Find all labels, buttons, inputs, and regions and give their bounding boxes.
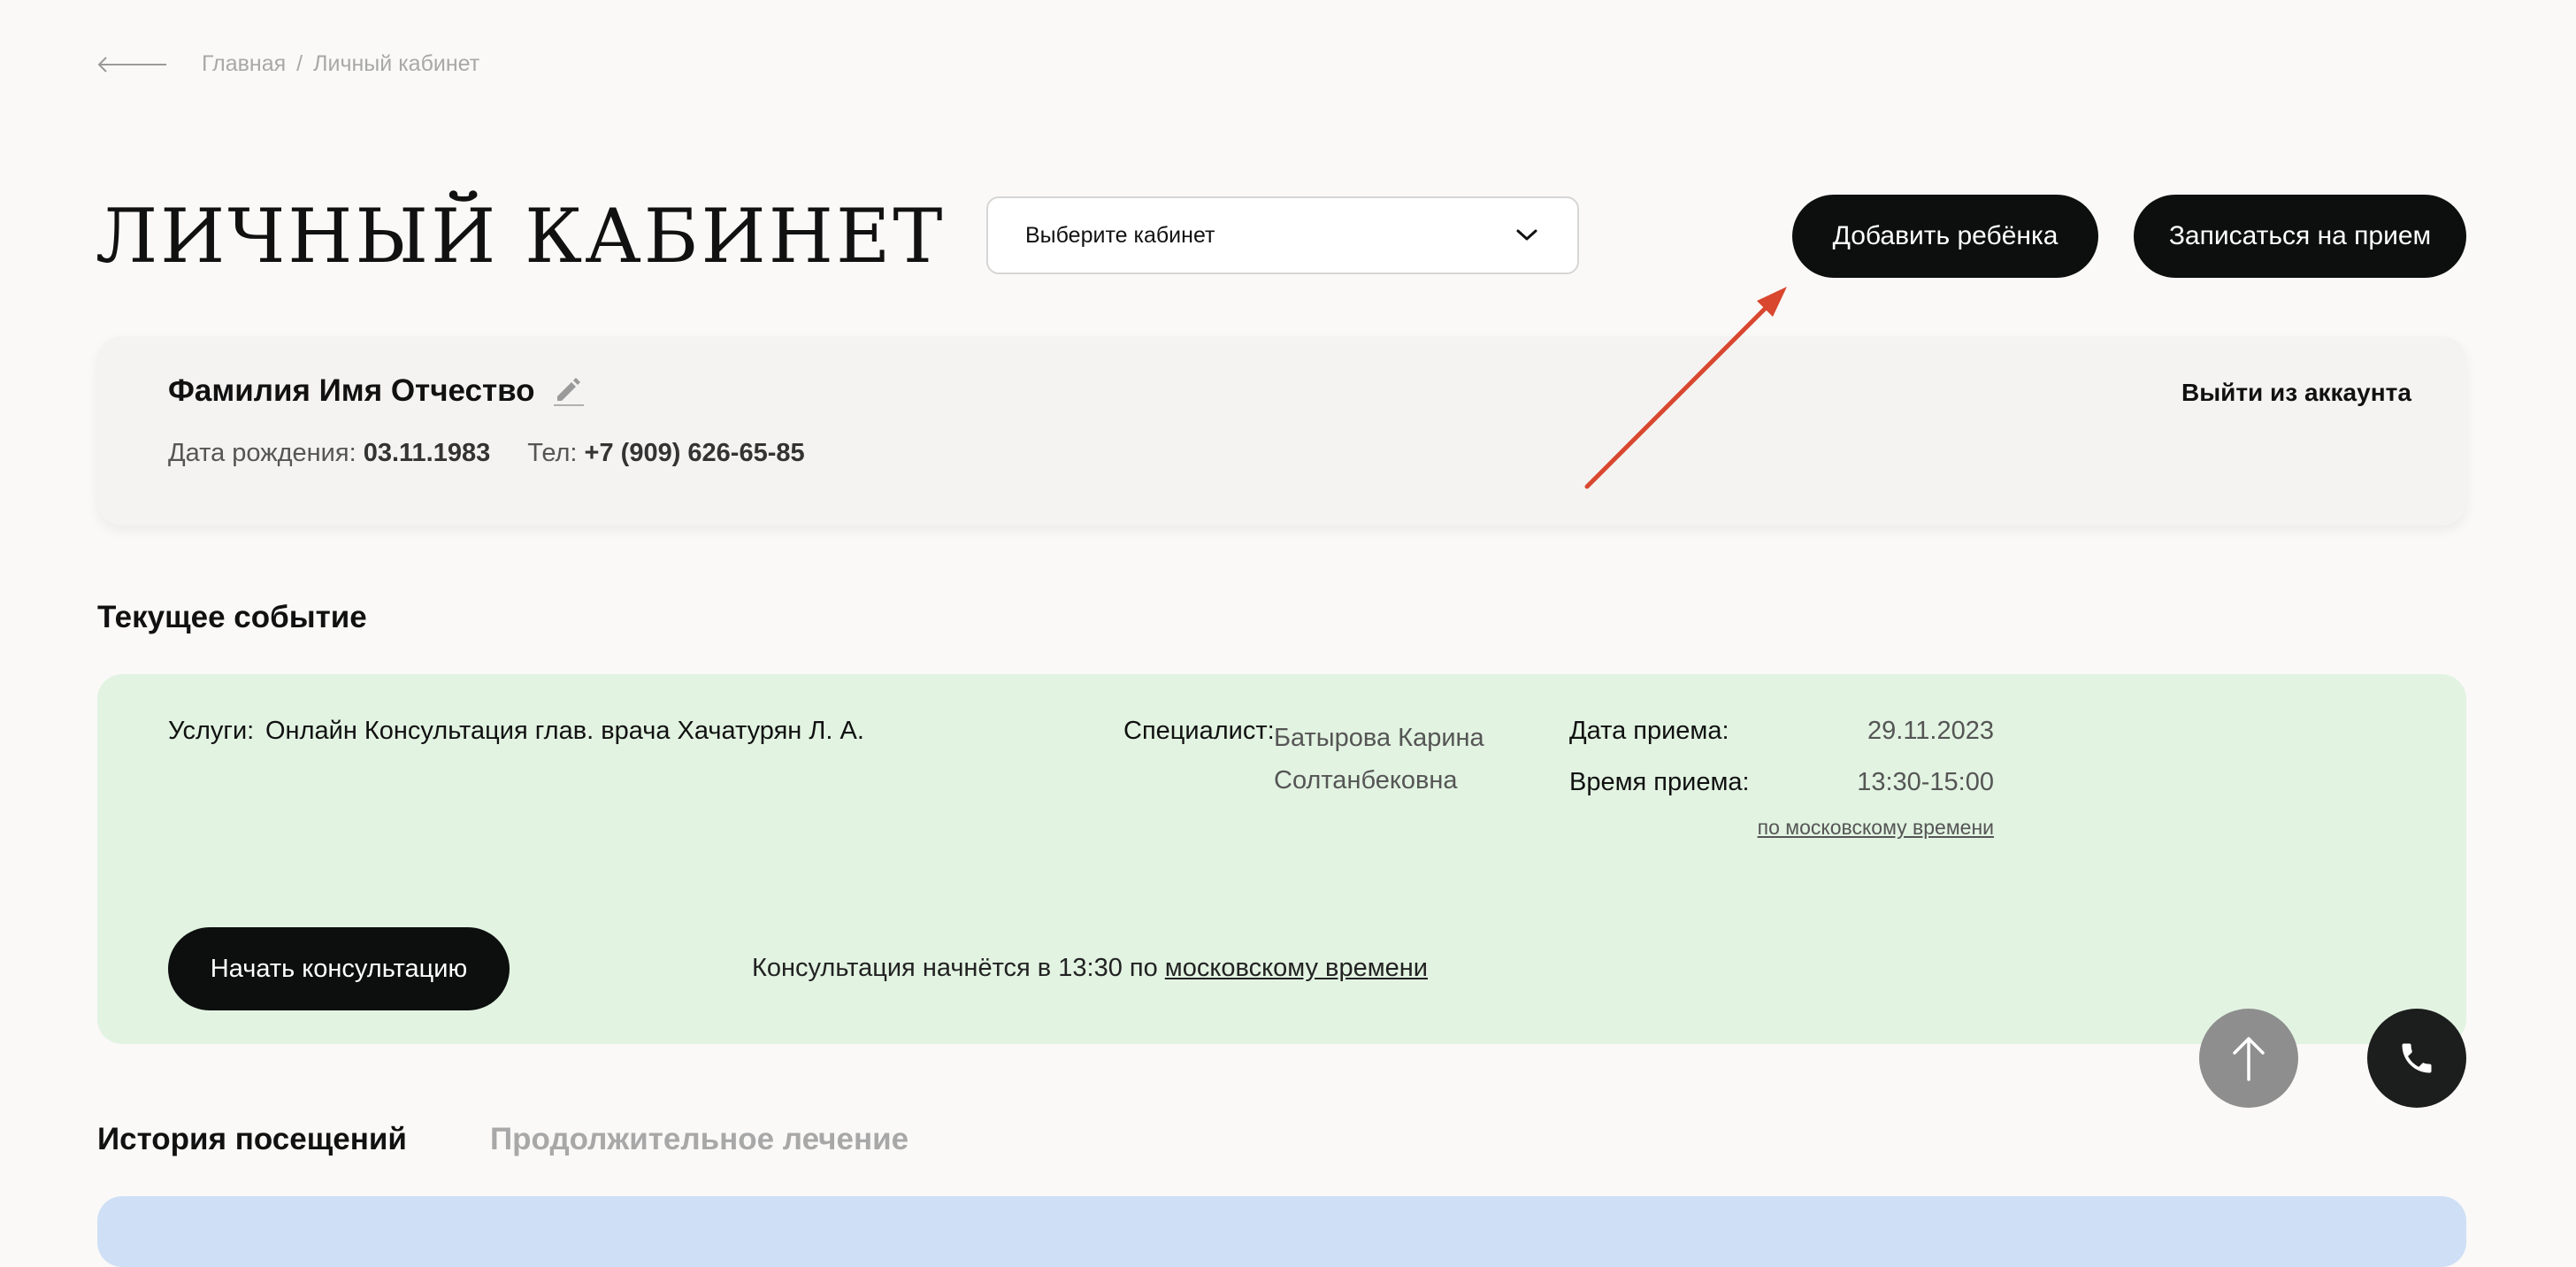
back-arrow-icon[interactable] — [97, 55, 168, 74]
tab-visit-history[interactable]: История посещений — [97, 1122, 407, 1157]
appointment-date-value: 29.11.2023 — [1867, 717, 1994, 745]
services-value: Онлайн Консультация глав. врача Хачатуря… — [265, 717, 864, 745]
page-title: ЛИЧНЫЙ КАБИНЕТ — [96, 193, 946, 280]
specialist-value: Батырова Карина Солтанбековна — [1274, 724, 1484, 795]
cabinet-select[interactable]: Выберите кабинет — [986, 196, 1579, 274]
specialist-label: Специалист: — [1123, 717, 1275, 745]
appointment-time-value: 13:30-15:00 — [1857, 768, 1994, 796]
logout-link[interactable]: Выйти из аккаунта — [2181, 379, 2411, 407]
birth-date-value: 03.11.1983 — [363, 439, 491, 467]
history-card — [97, 1196, 2466, 1267]
scroll-up-button[interactable] — [2199, 1009, 2298, 1108]
breadcrumb: Главная / Личный кабинет — [202, 51, 479, 77]
phone-value: +7 (909) 626-65-85 — [584, 439, 805, 467]
phone: Тел: +7 (909) 626-65-85 — [527, 439, 804, 468]
appointment-time-label: Время приема: — [1569, 768, 1750, 796]
birth-date-label: Дата рождения: — [168, 439, 356, 467]
annotation-arrow — [1584, 287, 1787, 489]
chevron-down-icon — [1516, 229, 1537, 241]
services-label: Услуги: — [168, 717, 255, 745]
profile-info-row: Дата рождения: 03.11.1983 Тел: +7 (909) … — [168, 439, 805, 468]
start-note-text: Консультация начнётся в 13:30 по — [752, 954, 1158, 982]
pencil-icon[interactable] — [550, 372, 586, 407]
arrow-up-icon — [2233, 1037, 2265, 1081]
breadcrumb-current: Личный кабинет — [313, 51, 480, 76]
current-event-title: Текущее событие — [97, 600, 367, 634]
start-consultation-button[interactable]: Начать консультацию — [168, 927, 510, 1010]
profile-card — [97, 336, 2466, 526]
phone-label: Тел: — [527, 439, 578, 467]
start-note: Консультация начнётся в 13:30 по московс… — [752, 954, 1428, 983]
timezone-link[interactable]: по московскому времени — [1681, 816, 1994, 840]
breadcrumb-separator: / — [296, 51, 303, 76]
appointment-date-label: Дата приема: — [1569, 717, 1729, 745]
phone-icon — [2402, 1043, 2432, 1073]
book-appointment-button[interactable]: Записаться на прием — [2134, 195, 2466, 278]
tab-long-treatment[interactable]: Продолжительное лечение — [490, 1122, 908, 1157]
add-child-button[interactable]: Добавить ребёнка — [1792, 195, 2098, 278]
call-button[interactable] — [2367, 1009, 2466, 1108]
birth-date: Дата рождения: 03.11.1983 — [168, 439, 490, 468]
profile-full-name: Фамилия Имя Отчество — [168, 373, 535, 408]
start-note-timezone-link[interactable]: московскому времени — [1165, 954, 1428, 982]
breadcrumb-home-link[interactable]: Главная — [202, 51, 286, 77]
cabinet-select-value: Выберите кабинет — [1025, 222, 1215, 248]
